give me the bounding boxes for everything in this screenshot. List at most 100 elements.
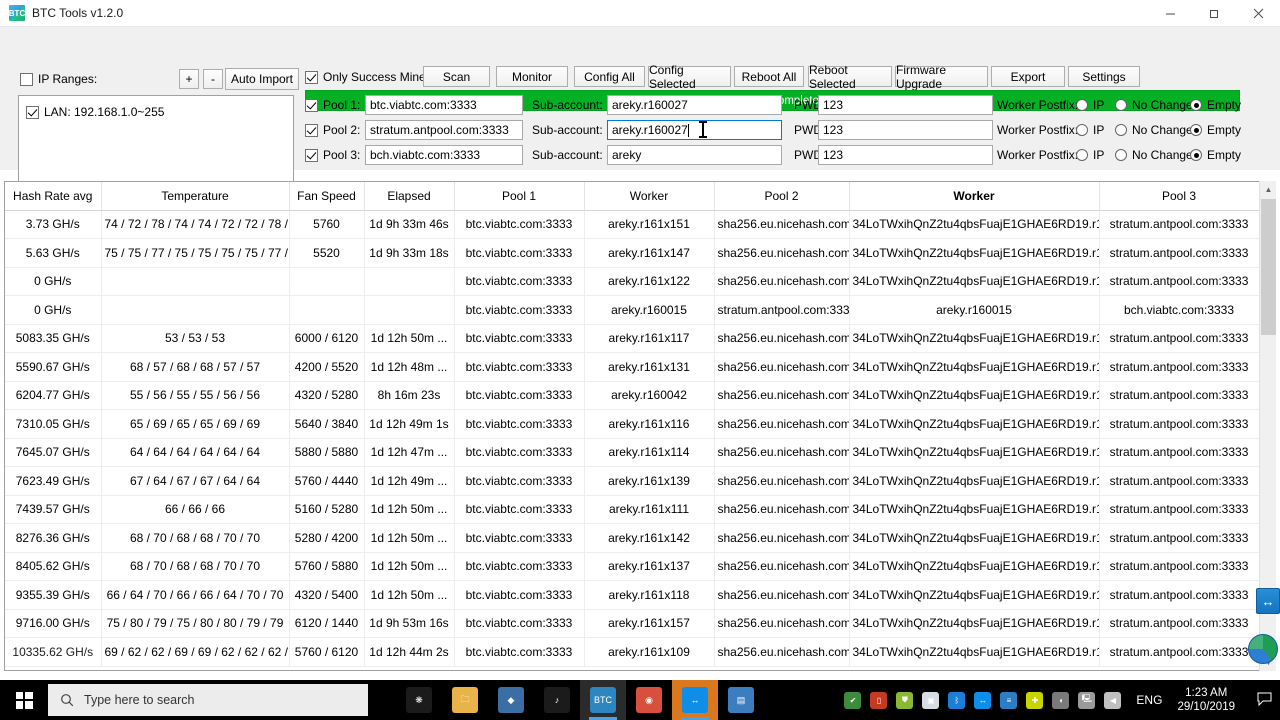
tray-image-icon[interactable]: ▣ — [922, 692, 939, 709]
cell-pool1[interactable]: btc.viabtc.com:3333 — [454, 353, 584, 382]
table-row[interactable]: 7310.05 GH/s65 / 69 / 65 / 65 / 69 / 695… — [5, 410, 1259, 439]
pool-2-pwd-input[interactable]: 123 — [818, 120, 993, 140]
tray-shield-icon[interactable]: ⛊ — [896, 692, 913, 709]
cell-pool1[interactable]: btc.viabtc.com:3333 — [454, 524, 584, 553]
cell-pool1[interactable]: btc.viabtc.com:3333 — [454, 438, 584, 467]
cell-elapsed[interactable]: 1d 12h 50m ... — [364, 552, 454, 581]
cell-worker2[interactable]: areky.r160015 — [849, 296, 1099, 325]
cell-worker2[interactable]: 34LoTWxihQnZ2tu4qbsFuajE1GHAE6RD19.r16-4… — [849, 581, 1099, 610]
cell-pool1[interactable]: btc.viabtc.com:3333 — [454, 581, 584, 610]
cell-elapsed[interactable]: 8h 16m 23s — [364, 381, 454, 410]
config-all-button[interactable]: Config All — [574, 66, 645, 87]
cell-fan_speed[interactable] — [289, 267, 364, 296]
cell-worker1[interactable]: areky.r161x114 — [584, 438, 714, 467]
cell-elapsed[interactable]: 1d 12h 44m 2s — [364, 638, 454, 667]
tray-update-icon[interactable]: ≡ — [1000, 692, 1017, 709]
cell-elapsed[interactable]: 1d 12h 47m ... — [364, 438, 454, 467]
cell-elapsed[interactable]: 1d 9h 53m 16s — [364, 609, 454, 638]
reboot-all-button[interactable]: Reboot All — [734, 66, 804, 87]
close-button[interactable] — [1236, 0, 1280, 27]
pool-1-postfix-nochange-radio[interactable]: No Change — [1115, 98, 1193, 112]
cell-pool2[interactable]: sha256.eu.nicehash.com:... — [714, 381, 849, 410]
cell-worker1[interactable]: areky.r161x131 — [584, 353, 714, 382]
taskbar-search-box[interactable]: Type here to search — [48, 684, 368, 716]
cell-pool3[interactable]: bch.viabtc.com:3333 — [1099, 296, 1259, 325]
table-row[interactable]: 0 GH/sbtc.viabtc.com:3333areky.r161x122s… — [5, 267, 1259, 296]
cell-elapsed[interactable]: 1d 12h 48m ... — [364, 353, 454, 382]
only-success-miners-checkbox[interactable]: Only Success Miners — [305, 70, 436, 84]
cell-fan_speed[interactable]: 5520 — [289, 239, 364, 268]
cell-pool2[interactable]: sha256.eu.nicehash.com:... — [714, 410, 849, 439]
cell-temperature[interactable]: 53 / 53 / 53 — [101, 324, 289, 353]
cell-pool3[interactable]: stratum.antpool.com:3333 — [1099, 239, 1259, 268]
cell-pool2[interactable]: sha256.eu.nicehash.com:... — [714, 324, 849, 353]
cell-worker1[interactable]: areky.r161x117 — [584, 324, 714, 353]
cell-pool3[interactable]: stratum.antpool.com:3333 — [1099, 210, 1259, 239]
pool-1-pwd-input[interactable]: 123 — [818, 95, 993, 115]
cell-fan_speed[interactable] — [289, 296, 364, 325]
cell-temperature[interactable]: 55 / 56 / 55 / 55 / 56 / 56 — [101, 381, 289, 410]
clock[interactable]: 1:23 AM 29/10/2019 — [1177, 686, 1235, 714]
config-selected-button[interactable]: Config Selected — [648, 66, 731, 87]
cell-hash_rate[interactable]: 0 GH/s — [5, 267, 101, 296]
cell-temperature[interactable] — [101, 296, 289, 325]
tray-firewall-icon[interactable]: ▯ — [870, 692, 887, 709]
pool-3-postfix-nochange-radio[interactable]: No Change — [1115, 148, 1193, 162]
cell-worker1[interactable]: areky.r161x118 — [584, 581, 714, 610]
cell-pool3[interactable]: stratum.antpool.com:3333 — [1099, 324, 1259, 353]
maximize-button[interactable] — [1192, 0, 1236, 27]
cell-pool3[interactable]: stratum.antpool.com:3333 — [1099, 353, 1259, 382]
table-row[interactable]: 7645.07 GH/s64 / 64 / 64 / 64 / 64 / 645… — [5, 438, 1259, 467]
pool-3-postfix-ip-radio[interactable]: IP — [1076, 148, 1104, 162]
table-row[interactable]: 7439.57 GH/s66 / 66 / 665160 / 52801d 12… — [5, 495, 1259, 524]
cell-worker1[interactable]: areky.r161x142 — [584, 524, 714, 553]
cell-fan_speed[interactable]: 5760 / 4440 — [289, 467, 364, 496]
cell-worker1[interactable]: areky.r160015 — [584, 296, 714, 325]
tbapp-store[interactable]: ◆ — [488, 680, 534, 720]
cell-pool3[interactable]: stratum.antpool.com:3333 — [1099, 609, 1259, 638]
table-row[interactable]: 8276.36 GH/s68 / 70 / 68 / 68 / 70 / 705… — [5, 524, 1259, 553]
tray-security-icon[interactable]: ✔ — [844, 692, 861, 709]
cell-hash_rate[interactable]: 8405.62 GH/s — [5, 552, 101, 581]
cell-pool1[interactable]: btc.viabtc.com:3333 — [454, 467, 584, 496]
cell-hash_rate[interactable]: 10335.62 GH/s — [5, 638, 101, 667]
cell-elapsed[interactable] — [364, 296, 454, 325]
cell-temperature[interactable]: 68 / 57 / 68 / 68 / 57 / 57 — [101, 353, 289, 382]
tray-plus-icon[interactable]: ✚ — [1026, 692, 1043, 709]
pool-1-postfix-empty-radio[interactable]: Empty — [1190, 98, 1241, 112]
language-indicator[interactable]: ENG — [1136, 693, 1162, 707]
cell-fan_speed[interactable]: 5160 / 5280 — [289, 495, 364, 524]
cell-worker2[interactable]: 34LoTWxihQnZ2tu4qbsFuajE1GHAE6RD19.r16-1… — [849, 638, 1099, 667]
start-button[interactable] — [0, 680, 48, 720]
tray-network-icon[interactable]: 🖳 — [1078, 692, 1095, 709]
cell-pool3[interactable]: stratum.antpool.com:3333 — [1099, 381, 1259, 410]
cell-temperature[interactable]: 68 / 70 / 68 / 68 / 70 / 70 — [101, 552, 289, 581]
table-row[interactable]: 5.63 GH/s75 / 75 / 77 / 75 / 75 / 75 / 7… — [5, 239, 1259, 268]
cell-temperature[interactable]: 64 / 64 / 64 / 64 / 64 / 64 — [101, 438, 289, 467]
tray-headset-icon[interactable]: ◖ — [1052, 692, 1069, 709]
cell-worker2[interactable]: 34LoTWxihQnZ2tu4qbsFuajE1GHAE6RD19.r16-0… — [849, 552, 1099, 581]
table-row[interactable]: 0 GH/sbtc.viabtc.com:3333areky.r160015st… — [5, 296, 1259, 325]
scroll-up-arrow-icon[interactable]: ▲ — [1260, 181, 1277, 198]
cell-worker2[interactable]: 34LoTWxihQnZ2tu4qbsFuajE1GHAE6RD19.r16-1… — [849, 353, 1099, 382]
tbapp-teamviewer[interactable]: ↔ — [672, 680, 718, 720]
cell-hash_rate[interactable]: 7310.05 GH/s — [5, 410, 101, 439]
cell-pool2[interactable]: sha256.eu.nicehash.com:... — [714, 609, 849, 638]
overlay-badge-icon[interactable] — [1248, 634, 1278, 664]
export-button[interactable]: Export — [991, 66, 1065, 87]
cell-pool2[interactable]: sha256.eu.nicehash.com:... — [714, 524, 849, 553]
cell-pool3[interactable]: stratum.antpool.com:3333 — [1099, 638, 1259, 667]
cell-worker1[interactable]: areky.r161x137 — [584, 552, 714, 581]
tray-teamviewer-icon[interactable]: ↔ — [974, 692, 991, 709]
cell-hash_rate[interactable]: 6204.77 GH/s — [5, 381, 101, 410]
cell-fan_speed[interactable]: 5640 / 3840 — [289, 410, 364, 439]
scan-button[interactable]: Scan — [423, 66, 490, 87]
pool-3-subaccount-input[interactable]: areky — [607, 145, 782, 165]
column-header-pool-3-8[interactable]: Pool 3 — [1099, 182, 1259, 210]
cell-hash_rate[interactable]: 7439.57 GH/s — [5, 495, 101, 524]
column-header-hash-rate-avg-0[interactable]: Hash Rate avg — [5, 182, 101, 210]
settings-button[interactable]: Settings — [1068, 66, 1140, 87]
cell-worker2[interactable]: 34LoTWxihQnZ2tu4qbsFuajE1GHAE6RD19.r16-4… — [849, 381, 1099, 410]
table-row[interactable]: 9716.00 GH/s75 / 80 / 79 / 75 / 80 / 80 … — [5, 609, 1259, 638]
cell-hash_rate[interactable]: 5083.35 GH/s — [5, 324, 101, 353]
